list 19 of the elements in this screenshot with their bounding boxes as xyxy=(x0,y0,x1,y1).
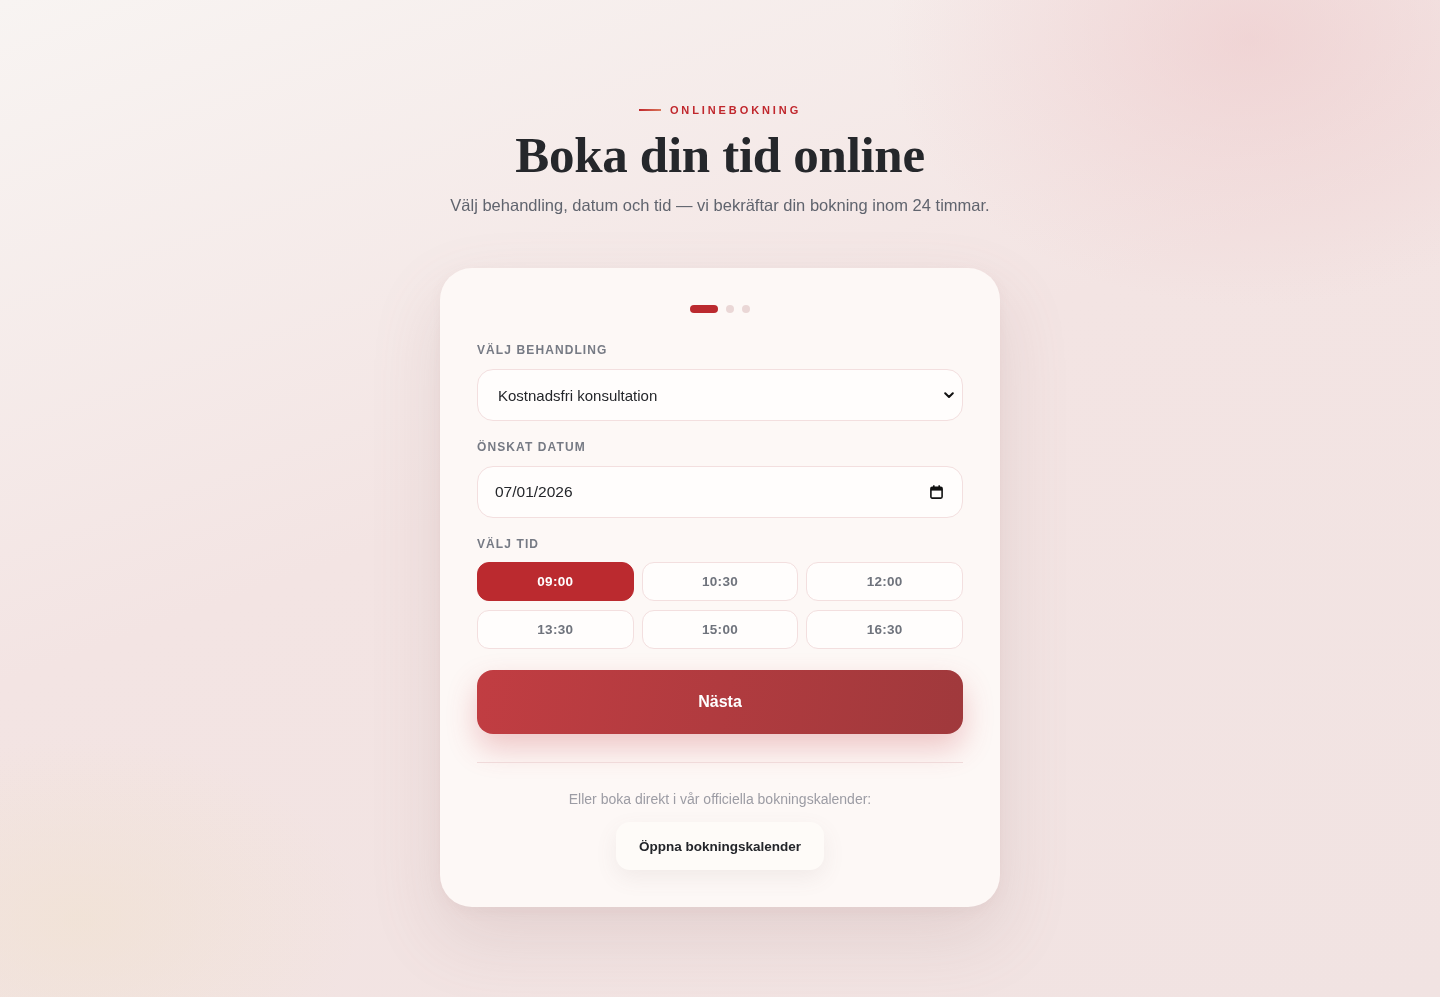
calendar-icon[interactable] xyxy=(930,485,943,499)
time-slot-button[interactable]: 16:30 xyxy=(806,610,963,649)
field-label: ÖNSKAT DATUM xyxy=(477,440,587,454)
next-button[interactable]: Nästa xyxy=(477,670,963,734)
time-slot-button[interactable]: 12:00 xyxy=(806,562,963,601)
eyebrow-label: ONLINEBOKNING xyxy=(669,103,802,117)
time-slot-button[interactable]: 13:30 xyxy=(477,610,634,649)
time-slot-button[interactable]: 09:00 xyxy=(477,562,634,601)
time-slot-button[interactable]: 15:00 xyxy=(641,610,799,649)
page-subtitle: Välj behandling, datum och tid — vi bekräftar din bokning inom 24 timmar. xyxy=(450,195,990,216)
open-calendar-button[interactable]: Öppna bokningskalender xyxy=(616,822,824,870)
treatment-select[interactable]: Kostnadsfri konsultation xyxy=(477,369,963,421)
field-label: VÄLJ TID xyxy=(477,537,541,551)
date-field[interactable]: 07/01/2026 xyxy=(477,466,963,518)
field-label: VÄLJ BEHANDLING xyxy=(477,343,609,357)
chevron-down-icon xyxy=(944,391,954,399)
time-slot-button[interactable]: 10:30 xyxy=(641,562,799,601)
alternative-text: Eller boka direkt i vår officiella bokningskalender: xyxy=(567,790,873,808)
page-title: Boka din tid online xyxy=(515,127,925,183)
